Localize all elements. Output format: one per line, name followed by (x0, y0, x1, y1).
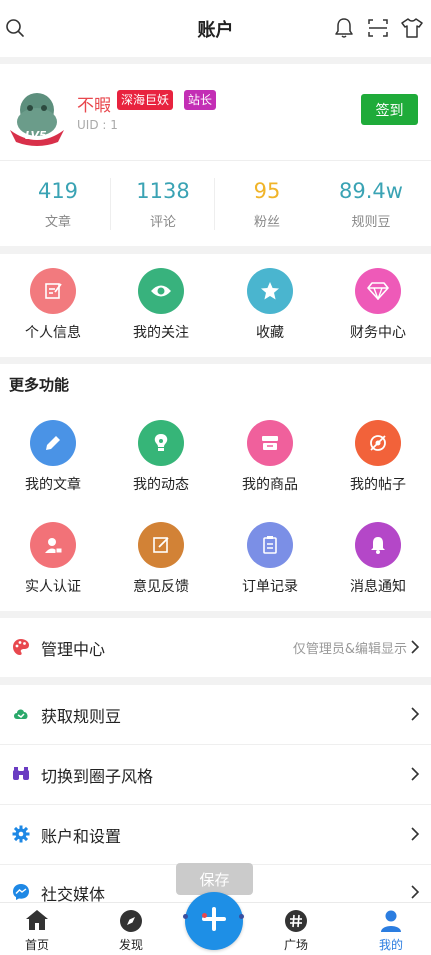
save-button[interactable]: 保存 (176, 863, 253, 895)
plus-icon (200, 905, 228, 937)
chevron-right-icon (409, 704, 421, 724)
indicator-dot (183, 914, 188, 919)
quick-actions: 个人信息 我的关注 收藏 财务中心 (0, 254, 431, 357)
star-icon (247, 268, 293, 314)
account-page: 账户 LV5 不暇 深海巨妖 站长 UID : 1 签到 419 文章 1138… (0, 0, 431, 955)
my-products[interactable]: 我的商品 (220, 420, 320, 494)
quick-finance[interactable]: 财务中心 (328, 268, 428, 342)
switch-circle-style-row[interactable]: 切换到圈子风格 (0, 745, 431, 804)
bell-icon[interactable] (331, 15, 357, 41)
chevron-right-icon (409, 882, 421, 902)
hashtag-icon (266, 909, 326, 933)
quick-favorites[interactable]: 收藏 (220, 268, 320, 342)
chevron-right-icon (409, 637, 421, 657)
stat-followers[interactable]: 95 粉丝 (217, 177, 317, 230)
indicator-dot (202, 913, 207, 918)
page-title: 账户 (197, 19, 234, 41)
compass-icon (101, 909, 161, 933)
get-beans-row[interactable]: 获取规则豆 (0, 685, 431, 744)
user-name: 不暇 (77, 96, 111, 116)
message-notifications[interactable]: 消息通知 (328, 522, 428, 596)
palette-icon (12, 638, 30, 656)
indicator-dot (239, 914, 244, 919)
admin-center-row[interactable]: 管理中心 仅管理员&编辑显示 (0, 618, 431, 677)
row-label: 获取规则豆 (41, 706, 122, 726)
real-name-auth[interactable]: 实人认证 (3, 522, 103, 596)
tab-square[interactable]: 广场 (266, 909, 326, 953)
pencil-icon (30, 420, 76, 466)
cloud-arrow-icon (12, 705, 30, 723)
my-activity[interactable]: 我的动态 (111, 420, 211, 494)
tab-mine[interactable]: 我的 (361, 909, 421, 953)
shirt-icon[interactable] (399, 15, 425, 41)
account-settings-row[interactable]: 账户和设置 (0, 805, 431, 864)
avatar[interactable]: LV5 (8, 86, 66, 148)
chevron-right-icon (409, 824, 421, 844)
home-icon (7, 909, 67, 933)
person-icon (361, 909, 421, 933)
bell-icon (355, 522, 401, 568)
title-badge: 深海巨妖 (117, 90, 174, 110)
section-title: 更多功能 (9, 376, 70, 394)
diamond-icon (355, 268, 401, 314)
order-icon (247, 522, 293, 568)
divider (214, 178, 215, 230)
more-functions: 更多功能 我的文章 我的动态 我的商品 我的帖子 实人认证 意见反馈 订单记录 … (0, 364, 431, 611)
hide-icon (355, 420, 401, 466)
shop-icon (247, 420, 293, 466)
my-articles[interactable]: 我的文章 (3, 420, 103, 494)
binoculars-icon (12, 765, 30, 783)
add-post-button[interactable] (185, 892, 243, 950)
order-records[interactable]: 订单记录 (220, 522, 320, 596)
stat-beans[interactable]: 89.4w 规则豆 (321, 177, 421, 230)
tab-home[interactable]: 首页 (7, 909, 67, 953)
edit-icon (30, 268, 76, 314)
user-card-icon (30, 522, 76, 568)
signin-button[interactable]: 签到 (361, 94, 418, 125)
level-badge: LV5 (25, 129, 47, 142)
feedback-icon (138, 522, 184, 568)
row-label: 管理中心 (41, 639, 106, 659)
role-badge: 站长 (184, 90, 217, 110)
chevron-right-icon (409, 764, 421, 784)
row-label: 切换到圈子风格 (41, 766, 154, 786)
gear-icon (12, 825, 30, 843)
bulb-icon (138, 420, 184, 466)
row-label: 账户和设置 (41, 826, 122, 846)
my-posts[interactable]: 我的帖子 (328, 420, 428, 494)
row-hint: 仅管理员&编辑显示 (292, 642, 407, 657)
tab-discover[interactable]: 发现 (101, 909, 161, 953)
divider (0, 160, 431, 161)
messenger-icon (12, 883, 30, 901)
user-id: UID : 1 (77, 118, 118, 132)
search-icon[interactable] (2, 15, 28, 41)
quick-personal-info[interactable]: 个人信息 (3, 268, 103, 342)
stat-comments[interactable]: 1138 评论 (113, 177, 213, 230)
feedback[interactable]: 意见反馈 (111, 522, 211, 596)
divider (110, 178, 111, 230)
quick-following[interactable]: 我的关注 (111, 268, 211, 342)
scan-icon[interactable] (365, 15, 391, 41)
stat-articles[interactable]: 419 文章 (8, 177, 108, 230)
row-label: 社交媒体 (41, 885, 106, 902)
top-header: 账户 (0, 0, 431, 57)
eye-icon (138, 268, 184, 314)
profile-card: LV5 不暇 深海巨妖 站长 UID : 1 签到 419 文章 1138 评论… (0, 64, 431, 246)
